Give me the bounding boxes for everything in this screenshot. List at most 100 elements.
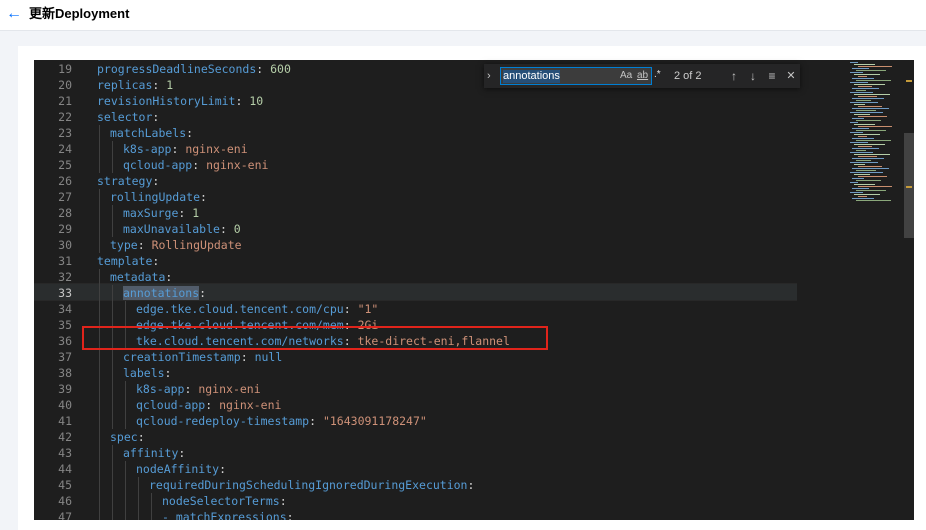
minimap-line (856, 100, 871, 101)
minimap-line (856, 70, 886, 71)
indent-guide (112, 413, 113, 429)
code-line[interactable]: qcloud-app: nginx-eni (136, 397, 896, 413)
code-line[interactable]: edge.tke.cloud.tencent.com/cpu: "1" (136, 301, 896, 317)
code-line[interactable]: strategy: (97, 173, 857, 189)
line-number: 39 (58, 382, 72, 396)
match-case-button[interactable]: Aa (620, 69, 632, 83)
regex-button[interactable]: .* (654, 68, 661, 82)
yaml-separator: : (235, 94, 250, 108)
code-line[interactable]: labels: (123, 365, 883, 381)
arrow-left-icon[interactable]: ← (6, 3, 22, 25)
toggle-replace-icon[interactable]: › (487, 68, 497, 84)
vertical-scrollbar[interactable] (904, 60, 914, 520)
close-icon[interactable]: ✕ (783, 67, 799, 85)
code-line[interactable]: template: (97, 253, 857, 269)
yaml-value: nginx-eni (185, 142, 248, 156)
indent-guide (151, 493, 152, 509)
yaml-key: template (97, 254, 153, 268)
indent-guide (125, 397, 126, 413)
line-number: 21 (58, 94, 72, 108)
minimap-line (854, 84, 885, 85)
yaml-separator: : (152, 110, 160, 124)
next-match-icon[interactable]: ↓ (745, 67, 761, 85)
yaml-separator: : (171, 142, 186, 156)
code-line[interactable]: type: RollingUpdate (110, 237, 870, 253)
yaml-key: requiredDuringSchedulingIgnoredDuringExe… (149, 478, 468, 492)
indent-guide (112, 285, 113, 301)
line-number: 30 (58, 238, 72, 252)
minimap-line (858, 66, 892, 67)
minimap[interactable] (814, 60, 904, 220)
minimap-line (850, 132, 863, 133)
minimap-line (850, 82, 868, 83)
code-line[interactable]: rollingUpdate: (110, 189, 870, 205)
indent-guide (125, 381, 126, 397)
yaml-key: maxSurge (123, 206, 179, 220)
yaml-separator: : (152, 174, 160, 188)
yaml-key: spec (110, 430, 138, 444)
code-line[interactable]: k8s-app: nginx-eni (123, 141, 883, 157)
code-line[interactable]: metadata: (110, 269, 870, 285)
previous-match-icon[interactable]: ↑ (726, 67, 742, 85)
indent-guide (99, 509, 100, 520)
yaml-editor[interactable]: 19 20 21 22 23 24 25 26 27 28 29 30 31 32 33 34 35 36 37 38… (34, 60, 914, 520)
yaml-separator: : (256, 62, 271, 76)
minimap-line (854, 94, 890, 95)
yaml-separator: : (178, 446, 186, 460)
yaml-separator: : (286, 510, 294, 520)
yaml-value: nginx-eni (219, 398, 282, 412)
minimap-line (854, 124, 875, 125)
code-line[interactable]: nodeSelectorTerms: (162, 493, 914, 509)
yaml-value: 1 (166, 78, 174, 92)
minimap-line (858, 76, 867, 77)
indent-guide (125, 413, 126, 429)
minimap-line (852, 158, 884, 159)
code-line[interactable]: revisionHistoryLimit: 10 (97, 93, 857, 109)
yaml-separator: : (152, 78, 167, 92)
yaml-key: affinity (123, 446, 179, 460)
line-number: 41 (58, 414, 72, 428)
yaml-separator: : (152, 254, 160, 268)
yaml-key: metadata (110, 270, 166, 284)
indent-guide (138, 509, 139, 520)
code-line[interactable]: requiredDuringSchedulingIgnoredDuringExe… (149, 477, 909, 493)
yaml-value: 0 (233, 222, 241, 236)
code-line[interactable]: annotations: (123, 285, 883, 301)
yaml-key: type (110, 238, 138, 252)
code-line[interactable]: matchLabels: (110, 125, 870, 141)
minimap-line (852, 78, 874, 79)
annotation-highlight-box (82, 326, 548, 350)
code-line[interactable]: creationTimestamp: null (123, 349, 883, 365)
minimap-line (854, 64, 875, 65)
yaml-separator: : (219, 462, 227, 476)
line-number-gutter: 19 20 21 22 23 24 25 26 27 28 29 30 31 32 33 34 35 36 37 38… (34, 60, 80, 520)
indent-guide (99, 477, 100, 493)
code-line[interactable]: - matchExpressions: (162, 509, 914, 520)
indent-guide (99, 429, 100, 445)
code-line[interactable]: spec: (110, 429, 870, 445)
minimap-line (852, 88, 879, 89)
yaml-key: qcloud-app (136, 398, 206, 412)
minimap-line (854, 174, 870, 175)
minimap-line (858, 86, 872, 87)
yaml-key: selector (97, 110, 153, 124)
minimap-line (856, 190, 886, 191)
find-in-selection-icon[interactable]: ≡ (764, 67, 780, 85)
indent-guide (99, 397, 100, 413)
yaml-key: progressDeadlineSeconds (97, 62, 257, 76)
code-line[interactable]: k8s-app: nginx-eni (136, 381, 896, 397)
whole-word-button[interactable]: ab (637, 69, 648, 83)
indent-guide (125, 493, 126, 509)
code-line[interactable]: nodeAffinity: (136, 461, 896, 477)
yaml-separator: : (219, 222, 234, 236)
code-line[interactable]: qcloud-redeploy-timestamp: "164309117824… (136, 413, 896, 429)
code-line[interactable]: affinity: (123, 445, 883, 461)
minimap-line (852, 128, 869, 129)
code-line[interactable]: maxUnavailable: 0 (123, 221, 883, 237)
code-area[interactable]: progressDeadlineSeconds: 600 replicas: 1r… (84, 60, 854, 520)
code-line[interactable]: selector: (97, 109, 857, 125)
code-line[interactable]: maxSurge: 1 (123, 205, 883, 221)
minimap-line (856, 110, 876, 111)
match-marker (906, 80, 912, 82)
code-line[interactable]: qcloud-app: nginx-eni (123, 157, 883, 173)
